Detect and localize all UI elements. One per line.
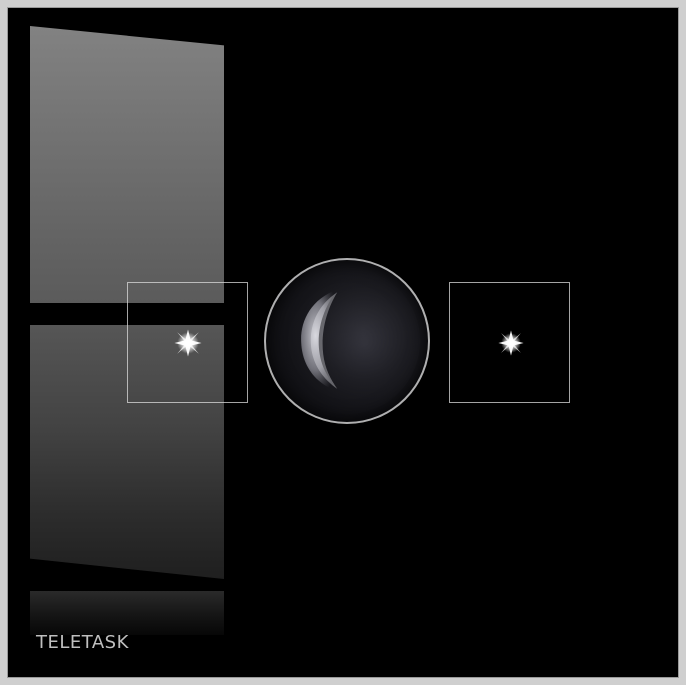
glass-panel: TELETASK [7,7,679,678]
device-frame: TELETASK [0,0,686,685]
brand-logo-text: TELETASK [36,632,129,653]
right-touch-key[interactable] [449,282,570,403]
sparkle-icon [498,330,524,356]
left-touch-key[interactable] [127,282,248,403]
sparkle-icon [174,329,202,357]
glass-reflection-foot [30,591,224,635]
moon-icon [273,267,421,415]
glass-reflection-top [30,26,224,303]
center-touch-key[interactable] [264,258,430,424]
